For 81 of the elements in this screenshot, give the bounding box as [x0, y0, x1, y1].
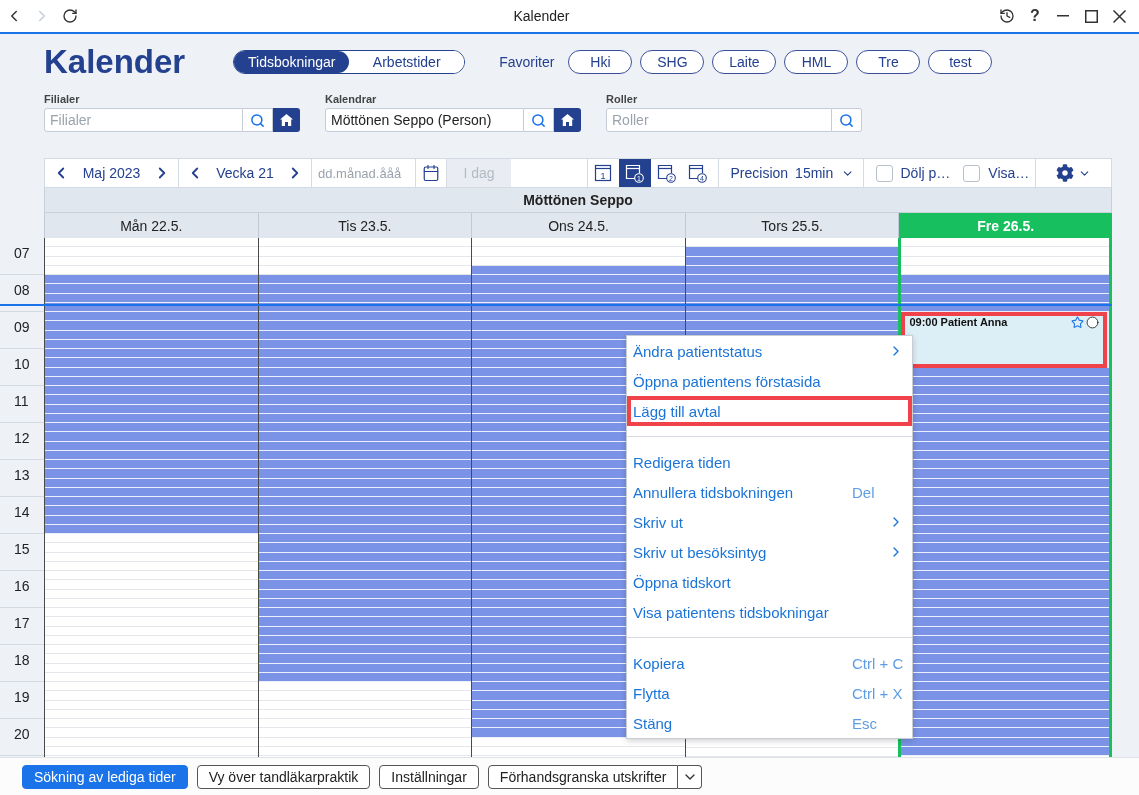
history-icon — [999, 8, 1015, 24]
favorite-button[interactable]: Hki — [568, 50, 633, 74]
help-button[interactable]: ? — [1021, 2, 1049, 30]
favorite-button[interactable]: SHG — [640, 50, 705, 74]
resource-name: Möttönen Seppo — [523, 192, 633, 208]
menu-item[interactable]: Öppna tidskort — [627, 567, 912, 597]
home-icon — [280, 114, 293, 126]
settings-icon — [1055, 164, 1074, 182]
menu-item[interactable]: Stäng Esc — [627, 708, 912, 738]
page-title: Kalender — [44, 44, 186, 80]
favorite-button[interactable]: test — [928, 50, 993, 74]
circle-icon — [1086, 316, 1099, 329]
hour-label: 13 — [14, 467, 30, 483]
footer-button[interactable]: Inställningar — [379, 764, 479, 789]
reload-icon — [62, 8, 78, 24]
hour-label: 20 — [14, 726, 30, 742]
calendar-icon — [422, 164, 440, 182]
favorite-button[interactable]: HML — [784, 50, 849, 74]
search-field[interactable]: Filialer — [44, 108, 243, 132]
close-icon — [1112, 9, 1126, 23]
day-header: Tors 25.5. — [684, 213, 899, 238]
search-field[interactable]: Möttönen Seppo (Person) — [325, 108, 524, 132]
menu-item[interactable]: Lägg till avtal — [627, 396, 912, 426]
menu-item[interactable]: Skriv ut besöksintyg — [627, 537, 912, 567]
star-icon[interactable] — [1071, 316, 1084, 329]
day-header: Ons 24.5. — [471, 213, 685, 238]
hour-label: 18 — [14, 652, 30, 668]
week-label: Vecka 21 — [216, 165, 274, 181]
menu-item[interactable]: Öppna patientens förstasida — [627, 366, 912, 396]
window-title: Kalender — [513, 8, 570, 24]
calendar-icon: 1 — [594, 164, 613, 182]
hour-label: 15 — [14, 541, 30, 557]
hour-label: 19 — [14, 689, 30, 705]
search-icon — [250, 112, 265, 128]
hour-label: 09 — [14, 319, 30, 335]
appointment[interactable]: 09:00 Patient Anna — [901, 312, 1107, 368]
hour-label: 12 — [14, 430, 30, 446]
checkbox-label: Visa… — [988, 165, 1030, 181]
favorites-label: Favoriter — [499, 54, 555, 70]
search-field[interactable]: Roller — [606, 108, 832, 132]
minimize-icon — [1057, 15, 1069, 17]
hour-label: 17 — [14, 615, 30, 631]
search-icon — [531, 112, 546, 128]
home-button[interactable] — [273, 108, 300, 132]
day-header: Tis 23.5. — [257, 213, 472, 238]
checkbox[interactable] — [963, 164, 981, 182]
menu-item[interactable]: Flytta Ctrl + X — [627, 678, 912, 708]
home-button[interactable] — [554, 108, 581, 132]
hour-label: 16 — [14, 578, 30, 594]
dropdown-button[interactable] — [678, 764, 703, 789]
hour-label: 08 — [14, 282, 30, 298]
search-button[interactable] — [524, 108, 554, 132]
footer-button[interactable]: Sökning av lediga tider — [22, 764, 188, 789]
menu-item[interactable]: Kopiera Ctrl + C — [627, 648, 912, 678]
hour-label: 14 — [14, 504, 30, 520]
checkbox[interactable] — [875, 164, 893, 182]
hour-label: 11 — [14, 393, 29, 409]
appointment-label: 09:00 Patient Anna — [909, 316, 1009, 328]
menu-item[interactable]: Annullera tidsbokningen Del — [627, 477, 912, 507]
hour-label: 07 — [14, 245, 30, 261]
menu-item[interactable]: Redigera tiden — [627, 447, 912, 477]
footer-button[interactable]: Förhandsgranska utskrifter — [487, 764, 679, 789]
view-tab[interactable]: Tidsbokningar — [234, 51, 350, 73]
field-label: Roller — [606, 92, 638, 106]
search-button[interactable] — [243, 108, 273, 132]
search-button[interactable] — [832, 108, 862, 132]
hour-label: 10 — [14, 356, 30, 372]
month-label: Maj 2023 — [82, 165, 141, 181]
checkbox-label: Dölj p… — [900, 165, 951, 181]
menu-item[interactable]: Visa patientens tidsbokningar — [627, 597, 912, 627]
footer-button[interactable]: Vy över tandläkarpraktik — [196, 764, 371, 789]
day-header: Fre 26.5. — [898, 213, 1112, 238]
home-icon — [561, 114, 574, 126]
field-label: Kalendrar — [325, 92, 377, 106]
search-icon — [839, 112, 854, 128]
favorite-button[interactable]: Laite — [712, 50, 777, 74]
maximize-icon — [1084, 9, 1098, 23]
menu-item[interactable]: Skriv ut — [627, 507, 912, 537]
field-label: Filialer — [44, 92, 80, 106]
day-header: Mån 22.5. — [44, 213, 258, 238]
favorite-button[interactable]: Tre — [856, 50, 921, 74]
